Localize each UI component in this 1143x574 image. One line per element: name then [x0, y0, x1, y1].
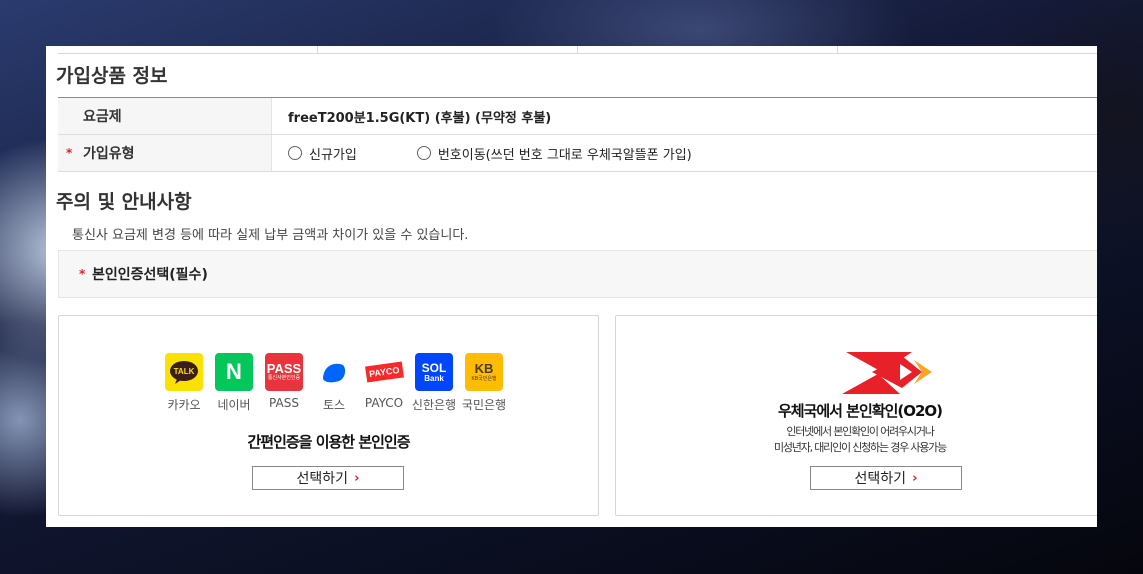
post-office-logo-icon: [842, 350, 934, 400]
table-row-join-type: * 가입유형 신규가입 번호이동(쓰던 번호 그대로 우체국알뜰폰 가입): [58, 135, 1097, 172]
provider-label: 카카오: [167, 398, 201, 412]
payco-icon: PAYCO: [364, 353, 404, 391]
svg-text:TALK: TALK: [174, 367, 195, 376]
simple-auth-card[interactable]: TALK 카카오 N 네이버 PASS 통신사본인인증 PASS 토스 PAYC…: [58, 315, 599, 516]
provider-list: TALK 카카오 N 네이버 PASS 통신사본인인증 PASS 토스 PAYC…: [159, 353, 509, 413]
o2o-desc-line1: 인터넷에서 본인확인이 어려우시거나: [786, 425, 935, 438]
provider-label: PASS: [269, 396, 299, 410]
auth-select-label: 본인인증선택(필수): [92, 267, 208, 283]
o2o-desc-line2: 미성년자, 대리인이 신청하는 경우 사용가능: [773, 441, 947, 454]
join-type-label: 가입유형: [83, 146, 135, 162]
o2o-auth-title: 우체국에서 본인확인(O2O): [777, 402, 943, 420]
naver-icon: N: [215, 353, 253, 391]
simple-auth-select-button[interactable]: 선택하기 ›: [252, 466, 404, 490]
auth-select-bar: * 본인인증선택(필수): [58, 250, 1097, 298]
o2o-auth-card[interactable]: 우체국에서 본인확인(O2O) 인터넷에서 본인확인이 어려우시거나 미성년자,…: [615, 315, 1097, 516]
pass-icon: PASS 통신사본인인증: [265, 353, 303, 391]
provider-label: 네이버: [217, 398, 251, 412]
previous-table-bottom: [58, 46, 1097, 54]
o2o-select-button[interactable]: 선택하기 ›: [810, 466, 962, 490]
chevron-right-icon: ›: [912, 470, 918, 486]
section-title-notice: 주의 및 안내사항: [56, 191, 192, 213]
provider-kakao[interactable]: TALK 카카오: [159, 353, 209, 413]
join-type-header: * 가입유형: [58, 135, 272, 171]
radio-label-port: 번호이동(쓰던 번호 그대로 우체국알뜰폰 가입): [437, 147, 692, 163]
radio-circle[interactable]: [416, 146, 431, 160]
notice-text: 통신사 요금제 변경 등에 따라 실제 납부 금액과 차이가 있을 수 있습니다…: [72, 228, 469, 243]
kakao-talk-icon: TALK: [165, 353, 203, 391]
join-type-options: 신규가입 번호이동(쓰던 번호 그대로 우체국알뜰폰 가입): [272, 144, 752, 163]
plan-label: 요금제: [58, 98, 272, 134]
shinhan-sol-icon: SOL Bank: [415, 353, 453, 391]
kb-bank-icon: KB KB국민은행: [465, 353, 503, 391]
section-title-product: 가입상품 정보: [56, 65, 168, 87]
product-info-table: 요금제 freeT200분1.5G(KT) (후불) (무약정 후불) * 가입…: [58, 97, 1097, 172]
chevron-right-icon: ›: [354, 470, 360, 486]
provider-payco[interactable]: PAYCO PAYCO: [359, 353, 409, 413]
provider-label: 국민은행: [461, 398, 507, 412]
radio-circle[interactable]: [288, 146, 302, 160]
provider-kb[interactable]: KB KB국민은행 국민은행: [459, 353, 509, 413]
required-mark: *: [79, 267, 86, 281]
toss-icon: [315, 353, 353, 391]
required-mark: *: [66, 146, 73, 160]
provider-toss[interactable]: 토스: [309, 353, 359, 413]
provider-label: PAYCO: [364, 396, 404, 410]
provider-label: 토스: [322, 398, 346, 412]
radio-new-join[interactable]: 신규가입: [288, 144, 357, 163]
content-panel: 가입상품 정보 요금제 freeT200분1.5G(KT) (후불) (무약정 …: [46, 46, 1097, 527]
provider-pass[interactable]: PASS 통신사본인인증 PASS: [259, 353, 309, 413]
table-row-plan: 요금제 freeT200분1.5G(KT) (후불) (무약정 후불): [58, 98, 1097, 135]
provider-naver[interactable]: N 네이버: [209, 353, 259, 413]
provider-shinhan[interactable]: SOL Bank 신한은행: [409, 353, 459, 413]
radio-label-new: 신규가입: [309, 147, 357, 163]
radio-number-port[interactable]: 번호이동(쓰던 번호 그대로 우체국알뜰폰 가입): [416, 144, 692, 163]
plan-value: freeT200분1.5G(KT) (후불) (무약정 후불): [288, 110, 552, 126]
provider-label: 신한은행: [411, 398, 457, 412]
simple-auth-title: 간편인증을 이용한 본인인증: [247, 433, 410, 451]
